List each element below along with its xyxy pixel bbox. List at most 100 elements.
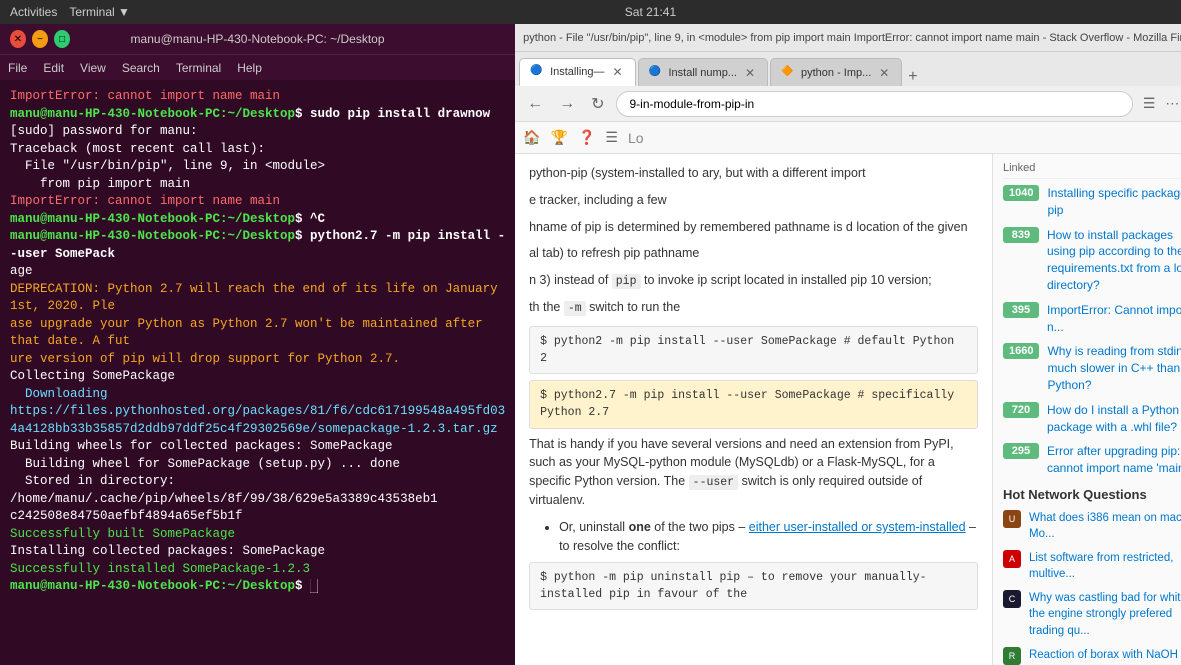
new-tab-button[interactable]: + bbox=[908, 68, 917, 86]
tab2-favicon: 🔵 bbox=[649, 66, 663, 80]
sidebar-question-6: 295 Error after upgrading pip: cannot im… bbox=[1003, 443, 1181, 477]
reader-mode-icon[interactable]: ☰ bbox=[1141, 93, 1158, 114]
code-block-2: $ python2.7 -m pip install --user SomePa… bbox=[529, 380, 978, 429]
browser-sidebar: Linked 1040 Installing specific package … bbox=[992, 154, 1181, 665]
inline-code-pip: pip bbox=[612, 274, 641, 289]
sidebar-q1-title[interactable]: Installing specific package pip bbox=[1047, 185, 1181, 219]
content-text-2: e tracker, including a few bbox=[529, 191, 978, 210]
terminal-menubar: File Edit View Search Terminal Help bbox=[0, 54, 515, 80]
terminal-line-1: ImportError: cannot import name main bbox=[10, 89, 280, 103]
tab2-label: Install nump... bbox=[669, 67, 737, 79]
home-toolbar-icon[interactable]: 🏠 bbox=[523, 129, 540, 146]
terminal-menu-file[interactable]: File bbox=[8, 61, 27, 75]
tab2-close[interactable]: ✕ bbox=[743, 66, 757, 80]
sidebar-q5-votes: 720 bbox=[1003, 402, 1039, 418]
terminal-maximize-btn[interactable]: □ bbox=[54, 30, 70, 48]
os-clock: Sat 21:41 bbox=[625, 5, 676, 19]
terminal-line-15: Stored in directory: /home/manu/.cache/p… bbox=[10, 474, 438, 523]
terminal-menu-edit[interactable]: Edit bbox=[43, 61, 64, 75]
browser-tab-3[interactable]: 🔶 python - Imp... ✕ bbox=[770, 58, 902, 86]
terminal-menu[interactable]: Terminal ▼ bbox=[69, 5, 130, 19]
content-body: python-pip (system-installed to ary, but… bbox=[529, 164, 978, 610]
help-toolbar-icon[interactable]: ❓ bbox=[578, 129, 595, 146]
tab3-label: python - Imp... bbox=[801, 67, 871, 79]
browser-window-title: python - File "/usr/bin/pip", line 9, in… bbox=[523, 32, 1181, 44]
terminal-menu-help[interactable]: Help bbox=[237, 61, 262, 75]
pip-uninstall-link[interactable]: either user-installed or system-installe… bbox=[749, 520, 966, 534]
hot-network-title-1[interactable]: What does i386 mean on macOS Mo... bbox=[1029, 510, 1181, 542]
browser-titlebar: python - File "/usr/bin/pip", line 9, in… bbox=[515, 24, 1181, 52]
browser-tabs-bar: 🔵 Installing— ✕ 🔵 Install nump... ✕ 🔶 py… bbox=[515, 52, 1181, 86]
bullet-text-prefix: Or, uninstall one of the two pips – bbox=[559, 520, 749, 534]
terminal-window: ✕ − □ manu@manu-HP-430-Notebook-PC: ~/De… bbox=[0, 24, 515, 665]
sidebar-q3-title[interactable]: ImportError: Cannot import n... bbox=[1047, 302, 1181, 336]
terminal-line-8-cmd: $ ^C bbox=[295, 212, 325, 226]
browser-addressbar: ← → ↻ ☰ ⋯ ☆ bbox=[515, 86, 1181, 122]
terminal-line-3: [sudo] password for manu: bbox=[10, 124, 198, 138]
terminal-line-16: Successfully built SomePackage bbox=[10, 527, 235, 541]
activities-button[interactable]: Activities bbox=[10, 5, 57, 19]
sidebar-q2-votes: 839 bbox=[1003, 227, 1039, 243]
hot-network-title-3[interactable]: Why was castling bad for white in the en… bbox=[1029, 590, 1181, 638]
terminal-body[interactable]: ImportError: cannot import name main man… bbox=[0, 80, 515, 665]
hot-network-header: Hot Network Questions bbox=[1003, 487, 1181, 502]
hot-network-title-4[interactable]: Reaction of borax with NaOH bbox=[1029, 647, 1178, 663]
sidebar-question-5: 720 How do I install a Python package wi… bbox=[1003, 402, 1181, 436]
terminal-menu-terminal[interactable]: Terminal bbox=[176, 61, 221, 75]
hot-network-title-2[interactable]: List software from restricted, multive..… bbox=[1029, 550, 1181, 582]
code-block-1: $ python2 -m pip install --user SomePack… bbox=[529, 326, 978, 375]
inline-code-user: --user bbox=[689, 475, 738, 490]
terminal-line-9-cont: age bbox=[10, 264, 33, 278]
terminal-line-18: Successfully installed SomePackage-1.2.3 bbox=[10, 562, 310, 576]
sidebar-question-2: 839 How to install packages using pip ac… bbox=[1003, 227, 1181, 294]
os-taskbar-left: Activities Terminal ▼ bbox=[10, 5, 130, 19]
browser-action-buttons: ☰ ⋯ ☆ bbox=[1141, 93, 1181, 114]
sidebar-question-1: 1040 Installing specific package pip bbox=[1003, 185, 1181, 219]
sidebar-q2-title[interactable]: How to install packages using pip accord… bbox=[1047, 227, 1181, 294]
refresh-button[interactable]: ↻ bbox=[587, 92, 608, 116]
hot-network-icon-4: R bbox=[1003, 647, 1021, 665]
terminal-line-9-user: manu@manu-HP-430-Notebook-PC:~/Desktop bbox=[10, 229, 295, 243]
content-text-3: hname of pip is determined by remembered… bbox=[529, 218, 978, 237]
inline-code-m: -m bbox=[564, 301, 586, 316]
browser-window: python - File "/usr/bin/pip", line 9, in… bbox=[515, 24, 1181, 665]
sidebar-question-3: 395 ImportError: Cannot import n... bbox=[1003, 302, 1181, 336]
terminal-line-8-user: manu@manu-HP-430-Notebook-PC:~/Desktop bbox=[10, 212, 295, 226]
hot-network-item-2: A List software from restricted, multive… bbox=[1003, 550, 1181, 582]
sidebar-q4-title[interactable]: Why is reading from stdin much slower in… bbox=[1047, 343, 1181, 393]
hot-network-item-3: C Why was castling bad for white in the … bbox=[1003, 590, 1181, 638]
forward-button[interactable]: → bbox=[555, 93, 579, 115]
login-toolbar-icon[interactable]: Lo bbox=[628, 130, 644, 146]
browser-tab-1[interactable]: 🔵 Installing— ✕ bbox=[519, 58, 635, 86]
terminal-title: manu@manu-HP-430-Notebook-PC: ~/Desktop bbox=[70, 32, 445, 46]
bullet-item-1: Or, uninstall one of the two pips – eith… bbox=[559, 518, 978, 556]
terminal-line-7: ImportError: cannot import name main bbox=[10, 194, 280, 208]
sidebar-q5-title[interactable]: How do I install a Python package with a… bbox=[1047, 402, 1181, 436]
terminal-menu-view[interactable]: View bbox=[80, 61, 106, 75]
terminal-close-btn[interactable]: ✕ bbox=[10, 30, 26, 48]
hot-network-item-1: U What does i386 mean on macOS Mo... bbox=[1003, 510, 1181, 542]
tab1-label: Installing— bbox=[550, 66, 604, 78]
back-button[interactable]: ← bbox=[523, 93, 547, 115]
terminal-menu-search[interactable]: Search bbox=[122, 61, 160, 75]
terminal-line-2-cmd: $ sudo pip install drawnow bbox=[295, 107, 490, 121]
terminal-line-19-user: manu@manu-HP-430-Notebook-PC:~/Desktop bbox=[10, 579, 295, 593]
tab3-close[interactable]: ✕ bbox=[877, 66, 891, 80]
content-text-9: That is handy if you have several versio… bbox=[529, 435, 978, 511]
sidebar-q4-votes: 1660 bbox=[1003, 343, 1039, 359]
tab1-close[interactable]: ✕ bbox=[611, 65, 625, 79]
hot-network-item-4: R Reaction of borax with NaOH bbox=[1003, 647, 1181, 665]
more-options-icon[interactable]: ⋯ bbox=[1163, 93, 1181, 114]
url-bar[interactable] bbox=[616, 91, 1132, 117]
browser-tab-2[interactable]: 🔵 Install nump... ✕ bbox=[638, 58, 768, 86]
sidebar-q1-votes: 1040 bbox=[1003, 185, 1039, 201]
sidebar-q6-title[interactable]: Error after upgrading pip: cannot import… bbox=[1047, 443, 1181, 477]
code-block-2-text: $ python2.7 -m pip install --user SomePa… bbox=[540, 389, 954, 419]
hot-network-icon-1: U bbox=[1003, 510, 1021, 528]
trophy-toolbar-icon[interactable]: 🏆 bbox=[551, 129, 568, 146]
linked-questions-section: Linked 1040 Installing specific package … bbox=[1003, 162, 1181, 477]
terminal-minimize-btn[interactable]: − bbox=[32, 30, 48, 48]
feed-toolbar-icon[interactable]: ☰ bbox=[605, 129, 618, 146]
terminal-line-14: Building wheel for SomePackage (setup.py… bbox=[10, 457, 400, 471]
terminal-line-4: Traceback (most recent call last): bbox=[10, 142, 265, 156]
